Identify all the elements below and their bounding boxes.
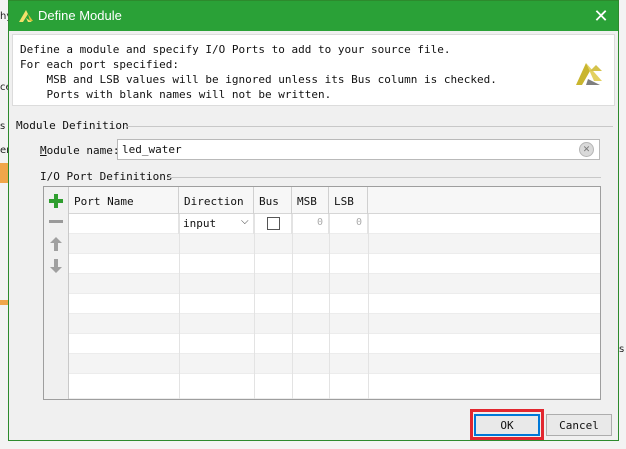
direction-value: input xyxy=(183,217,217,230)
column-divider xyxy=(292,214,293,399)
define-module-dialog: Define Module ✕ Define a module and spec… xyxy=(8,0,619,441)
msb-value: 0 xyxy=(316,217,323,228)
table-row[interactable] xyxy=(69,334,600,354)
move-down-icon[interactable] xyxy=(48,258,64,274)
bg-fragment: s xyxy=(619,344,625,355)
module-name-label-mnemonic: M xyxy=(40,144,47,157)
module-name-input[interactable]: led_water xyxy=(117,139,600,160)
close-button[interactable]: ✕ xyxy=(584,1,618,31)
column-msb[interactable]: MSB xyxy=(292,187,329,214)
move-up-icon[interactable] xyxy=(48,236,64,252)
io-port-definitions-label: I/O Port Definitions xyxy=(40,170,173,183)
lsb-cell[interactable]: 0 xyxy=(329,214,368,234)
section-divider xyxy=(126,126,613,127)
column-divider xyxy=(368,214,369,399)
table-header: Port Name Direction Bus MSB LSB xyxy=(69,187,600,214)
remove-icon[interactable] xyxy=(48,214,64,230)
description-panel: Define a module and specify I/O Ports to… xyxy=(12,34,615,106)
module-name-label-rest: odule name: xyxy=(46,144,120,157)
column-divider xyxy=(254,214,255,399)
ports-table: Port Name Direction Bus MSB LSB input ⌵ … xyxy=(68,187,600,399)
chevron-down-icon: ⌵ xyxy=(241,216,249,227)
table-row[interactable] xyxy=(69,274,600,294)
table-row[interactable]: input ⌵ 0 0 xyxy=(69,214,600,234)
dialog-title: Define Module xyxy=(38,8,122,23)
module-name-label: Module name: xyxy=(40,144,119,157)
section-divider xyxy=(167,177,601,178)
vivado-brand-icon xyxy=(576,63,602,85)
table-row[interactable] xyxy=(69,234,600,254)
bus-checkbox[interactable] xyxy=(267,217,280,230)
table-row[interactable] xyxy=(69,354,600,374)
title-bar[interactable]: Define Module ✕ xyxy=(9,1,618,31)
port-name-cell[interactable] xyxy=(69,214,179,234)
table-row[interactable] xyxy=(69,294,600,314)
add-icon[interactable] xyxy=(48,193,64,209)
table-row[interactable] xyxy=(69,374,600,399)
column-divider xyxy=(179,214,180,399)
description-line: Define a module and specify I/O Ports to… xyxy=(20,43,451,56)
description-line: Ports with blank names will not be writt… xyxy=(20,88,332,101)
description-line: MSB and LSB values will be ignored unles… xyxy=(20,73,497,86)
description-line: For each port specified: xyxy=(20,58,179,71)
column-port-name[interactable]: Port Name xyxy=(69,187,179,214)
table-row[interactable] xyxy=(69,314,600,334)
io-ports-panel: Port Name Direction Bus MSB LSB input ⌵ … xyxy=(43,186,601,400)
ports-toolbar xyxy=(44,187,68,399)
column-lsb[interactable]: LSB xyxy=(329,187,368,214)
module-definition-label: Module Definition xyxy=(16,119,129,132)
column-bus[interactable]: Bus xyxy=(254,187,292,214)
clear-icon[interactable]: ✕ xyxy=(579,142,594,157)
column-direction[interactable]: Direction xyxy=(179,187,254,214)
bus-cell xyxy=(254,214,292,234)
ok-button[interactable]: OK xyxy=(474,414,540,436)
direction-select[interactable]: input ⌵ xyxy=(179,214,254,234)
bg-fragment: s xyxy=(0,121,6,132)
table-row[interactable] xyxy=(69,254,600,274)
vivado-logo-icon xyxy=(19,10,33,22)
lsb-value: 0 xyxy=(355,217,362,228)
column-divider xyxy=(329,214,330,399)
msb-cell[interactable]: 0 xyxy=(292,214,329,234)
cancel-button[interactable]: Cancel xyxy=(546,414,612,436)
